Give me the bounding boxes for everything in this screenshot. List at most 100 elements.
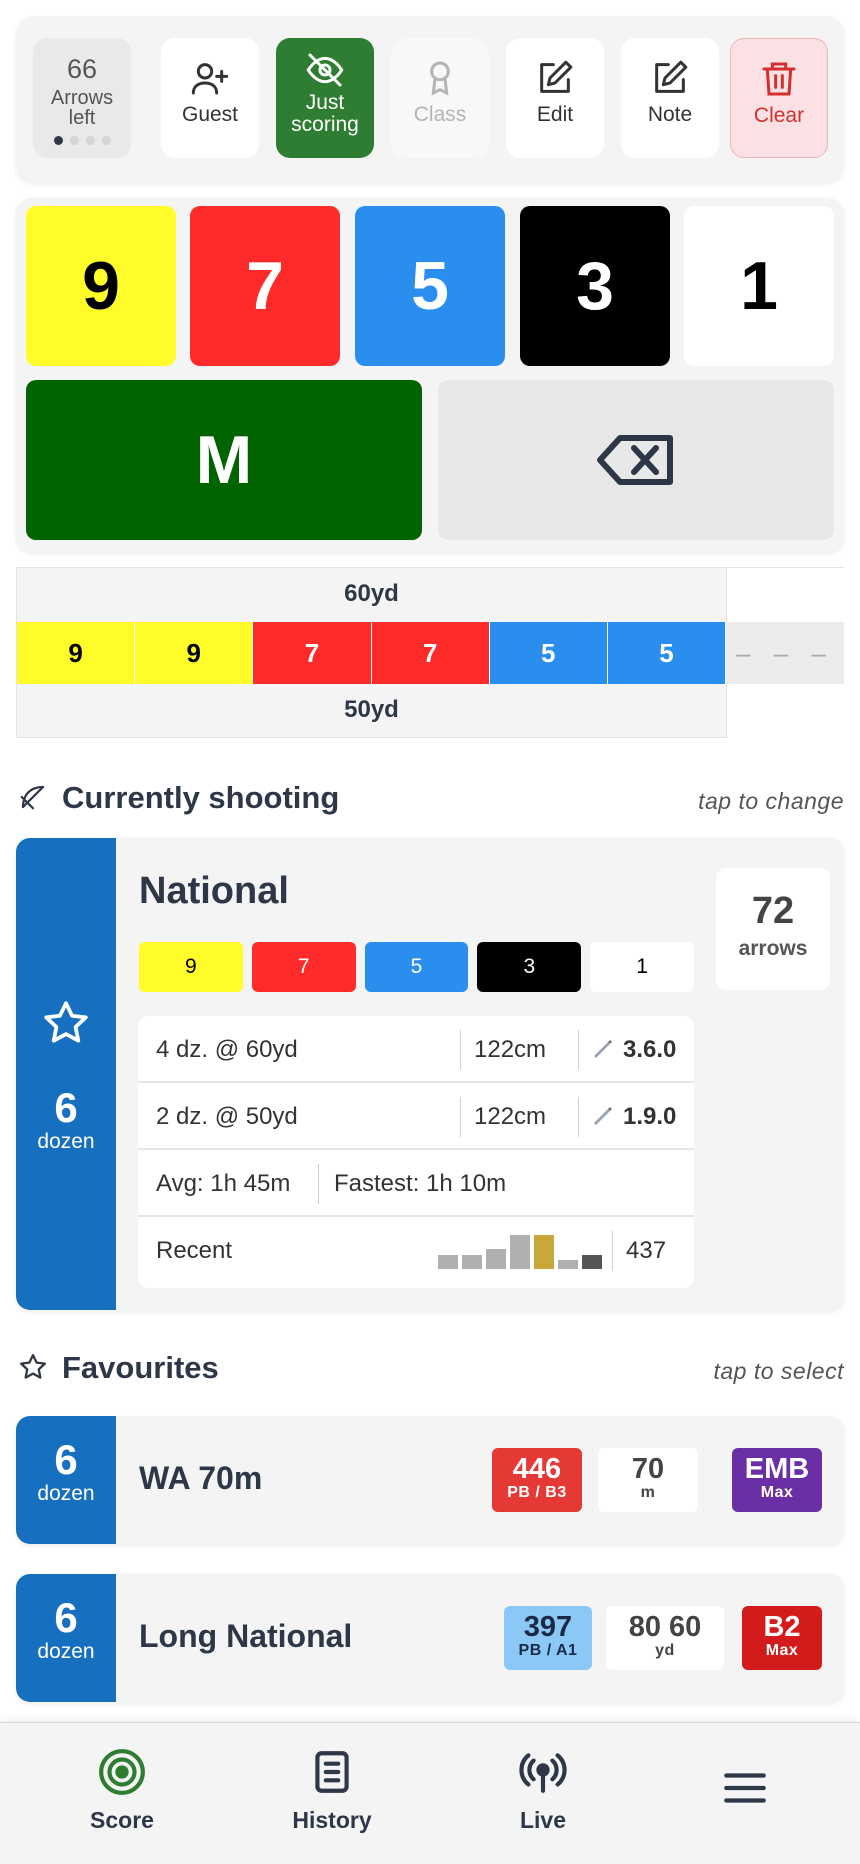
end-arrow-value[interactable]: 5 [489,622,608,684]
dozen-side-panel: 6 dozen [16,838,116,1310]
guest-button[interactable]: Guest [161,38,259,158]
distance-text: 4 dz. @ 60yd [156,1036,298,1063]
nav-live[interactable]: Live [478,1747,608,1834]
tap-to-select-hint: tap to select [713,1358,844,1384]
trash-icon [762,62,796,96]
favourites-title: Favourites [62,1350,219,1385]
dozen-side-panel: 6 dozen [16,1416,116,1544]
end-total-placeholder: – – – [726,622,844,684]
backspace-icon [597,435,673,485]
pb-score: 446 [512,1453,562,1485]
end-arrow-value[interactable]: 7 [253,622,372,684]
miss-key[interactable]: M [26,380,422,540]
zone-1: 1 [590,942,694,992]
pb-class: PB / A1 [518,1642,578,1659]
arrows-left-count: 66 [66,54,98,84]
score-key-7[interactable]: 7 [190,206,340,366]
nav-score[interactable]: Score [57,1747,187,1834]
distance-text: 2 dz. @ 50yd [156,1103,298,1130]
end-arrow-value[interactable]: 9 [135,622,254,684]
timing-row: Avg: 1h 45m Fastest: 1h 10m [138,1150,694,1217]
end-arrow-cells: 9 9 7 7 5 5 [17,622,727,684]
sight-mark: 3.6.0 [623,1036,677,1063]
arrow-count: 72 [751,890,795,932]
distance-value: 80 60 [628,1611,702,1643]
star-icon[interactable] [41,998,91,1048]
pb-score: 397 [523,1611,573,1643]
class-badge: EMB Max [732,1448,822,1512]
distance-unit: yd [655,1642,675,1659]
end-distance-top: 60yd [344,580,399,607]
dozen-label: dozen [37,1130,95,1153]
dozen-count: 6 [54,1436,78,1483]
score-key-1[interactable]: 1 [684,206,834,366]
recent-score-bar [510,1235,530,1269]
nav-history-label: History [292,1807,372,1833]
nav-score-label: Score [90,1807,154,1833]
arrow-count-label: arrows [738,937,808,960]
recent-score-bar [462,1255,482,1269]
arrows-left-indicator: 66 Arrows left [33,38,131,158]
zone-9: 9 [139,942,243,992]
class-button[interactable]: Class [391,38,489,158]
just-scoring-label: Just scoring [291,91,359,136]
end-arrow-value[interactable]: 9 [17,622,136,684]
distance-unit: m [640,1484,656,1501]
recent-score-bar [486,1249,506,1269]
dozen-count: 6 [54,1594,78,1641]
round-name: Long National [139,1618,353,1654]
distance-value: 70 [631,1453,665,1485]
average-time: Avg: 1h 45m [156,1170,291,1197]
scoring-zones: 9 7 5 3 1 [139,942,694,992]
fastest-time: Fastest: 1h 10m [334,1170,507,1197]
recent-row: Recent 437 [138,1217,694,1284]
recent-score-bar [582,1255,602,1269]
dozen-label: dozen [37,1640,95,1663]
menu-icon [724,1773,766,1803]
recent-scores-chart [438,1233,602,1269]
pb-badge: 397 PB / A1 [504,1606,592,1670]
dozen-label: dozen [37,1482,95,1505]
note-label: Note [647,103,693,126]
currently-shooting-title: Currently shooting [62,780,340,815]
award-icon [430,61,450,96]
recent-score-bar [534,1235,554,1269]
eye-off-icon [306,53,344,87]
zone-5: 5 [364,942,469,992]
sight-mark: 1.9.0 [623,1103,677,1130]
clear-button[interactable]: Clear [730,38,828,158]
star-outline-icon [20,1354,46,1379]
arrow-count-box: 72 arrows [716,868,830,990]
favourite-round-card[interactable]: 6 dozen Long National 397 PB / A1 80 60 … [16,1574,844,1702]
bottom-navigation: Score History Live [0,1722,860,1864]
distance-row: 2 dz. @ 50yd 122cm 1.9.0 [138,1083,694,1150]
end-arrow-value[interactable]: 5 [607,622,727,684]
note-button[interactable]: Note [621,38,719,158]
nav-history[interactable]: History [267,1747,397,1834]
distance-badge: 70 m [598,1448,698,1512]
just-scoring-button[interactable]: Just scoring [276,38,374,158]
distance-row: 4 dz. @ 60yd 122cm 3.6.0 [138,1016,694,1083]
pb-badge: 446 PB / B3 [492,1448,582,1512]
end-distance-bottom: 50yd [344,696,399,723]
nav-live-label: Live [519,1807,567,1833]
score-key-9[interactable]: 9 [26,206,176,366]
tap-to-change-hint: tap to change [698,788,844,814]
page-dots [33,136,131,145]
currently-shooting-header: Currently shooting tap to change [16,776,844,816]
arrows-left-label: Arrows left [50,87,114,129]
nav-menu[interactable] [680,1763,810,1813]
class-value: B2 [763,1611,801,1643]
clipboard-icon [315,1751,349,1793]
backspace-button[interactable] [438,380,834,540]
favourite-round-card[interactable]: 6 dozen WA 70m 446 PB / B3 70 m EMB Max [16,1416,844,1544]
end-arrow-value[interactable]: 7 [371,622,490,684]
score-key-5[interactable]: 5 [355,206,505,366]
edit-button[interactable]: Edit [506,38,604,158]
score-key-3[interactable]: 3 [520,206,670,366]
broadcast-icon [519,1753,567,1793]
current-end-card[interactable]: 60yd 9 9 7 7 5 5 – – – 50yd [16,567,844,738]
current-round-card[interactable]: 6 dozen National 72 arrows 9 7 5 3 1 4 d… [16,838,844,1310]
recent-score: 437 [626,1237,667,1264]
bow-icon [20,785,45,810]
